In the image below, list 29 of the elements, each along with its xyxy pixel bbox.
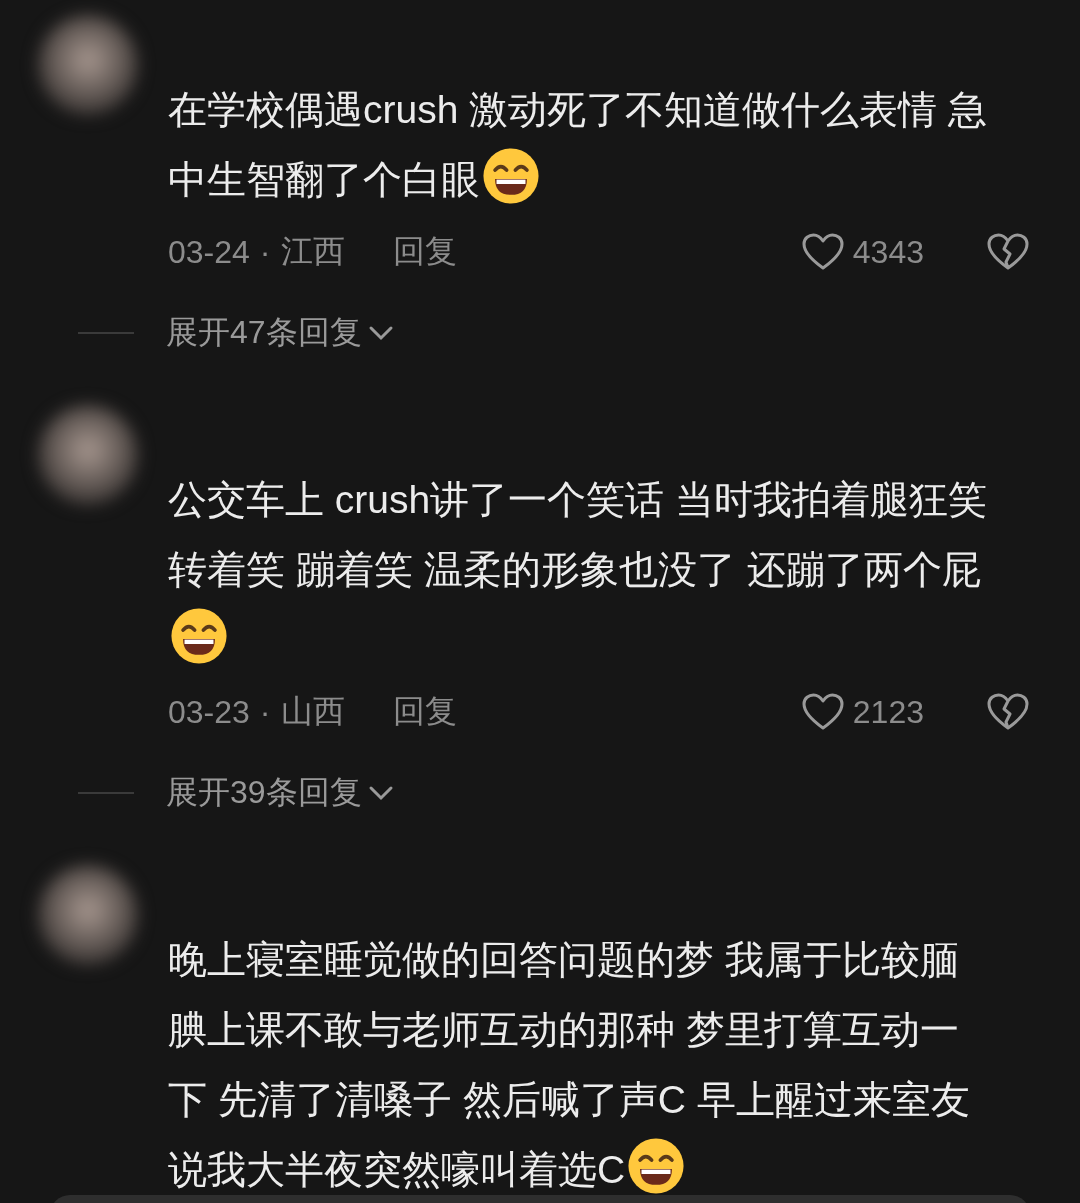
avatar[interactable]	[38, 865, 138, 965]
chevron-down-icon	[367, 325, 394, 341]
comment-region: 山西	[280, 692, 345, 731]
expand-replies-button[interactable]: 展开39条回复	[166, 771, 394, 815]
reply-link[interactable]: 回复	[392, 230, 457, 274]
comment-date: 03-24	[168, 233, 250, 271]
heart-icon[interactable]	[800, 692, 845, 732]
comment-text: 中生智翻了个白眼	[168, 158, 480, 201]
like-count: 2123	[852, 693, 924, 731]
expand-replies-button[interactable]: 展开47条回复	[166, 311, 394, 355]
avatar[interactable]	[38, 405, 138, 505]
broken-heart-icon[interactable]	[986, 692, 1030, 732]
like-count: 4343	[852, 233, 924, 271]
comment-text: 转着笑 蹦着笑 温柔的形象也没了 还蹦了两个屁	[168, 548, 981, 591]
chevron-down-icon	[367, 785, 394, 801]
comment-text: 晚上寝室睡觉做的回答问题的梦 我属于比较腼	[168, 938, 959, 981]
comment-date: 03-23	[168, 693, 250, 731]
separator-dot: ·	[259, 693, 271, 731]
comment-region: 江西	[280, 232, 345, 271]
comment-text: 下 先清了清嗓子 然后喊了声C 早上醒过来室友	[168, 1078, 970, 1121]
heart-icon[interactable]	[800, 232, 845, 272]
comment-text: 腆上课不敢与老师互动的那种 梦里打算互动一	[168, 1008, 959, 1051]
avatar[interactable]	[38, 15, 138, 115]
comment-text: 在学校偶遇crush 激动死了不知道做什么表情 急	[168, 88, 988, 131]
comment-text: 说我大半夜突然嚎叫着选C	[168, 1148, 626, 1191]
broken-heart-icon[interactable]	[986, 232, 1030, 272]
separator-dot: ·	[259, 233, 271, 271]
comment-text: 公交车上 crush讲了一个笑话 当时我拍着腿狂笑	[168, 478, 988, 521]
reply-link[interactable]: 回复	[392, 690, 457, 734]
